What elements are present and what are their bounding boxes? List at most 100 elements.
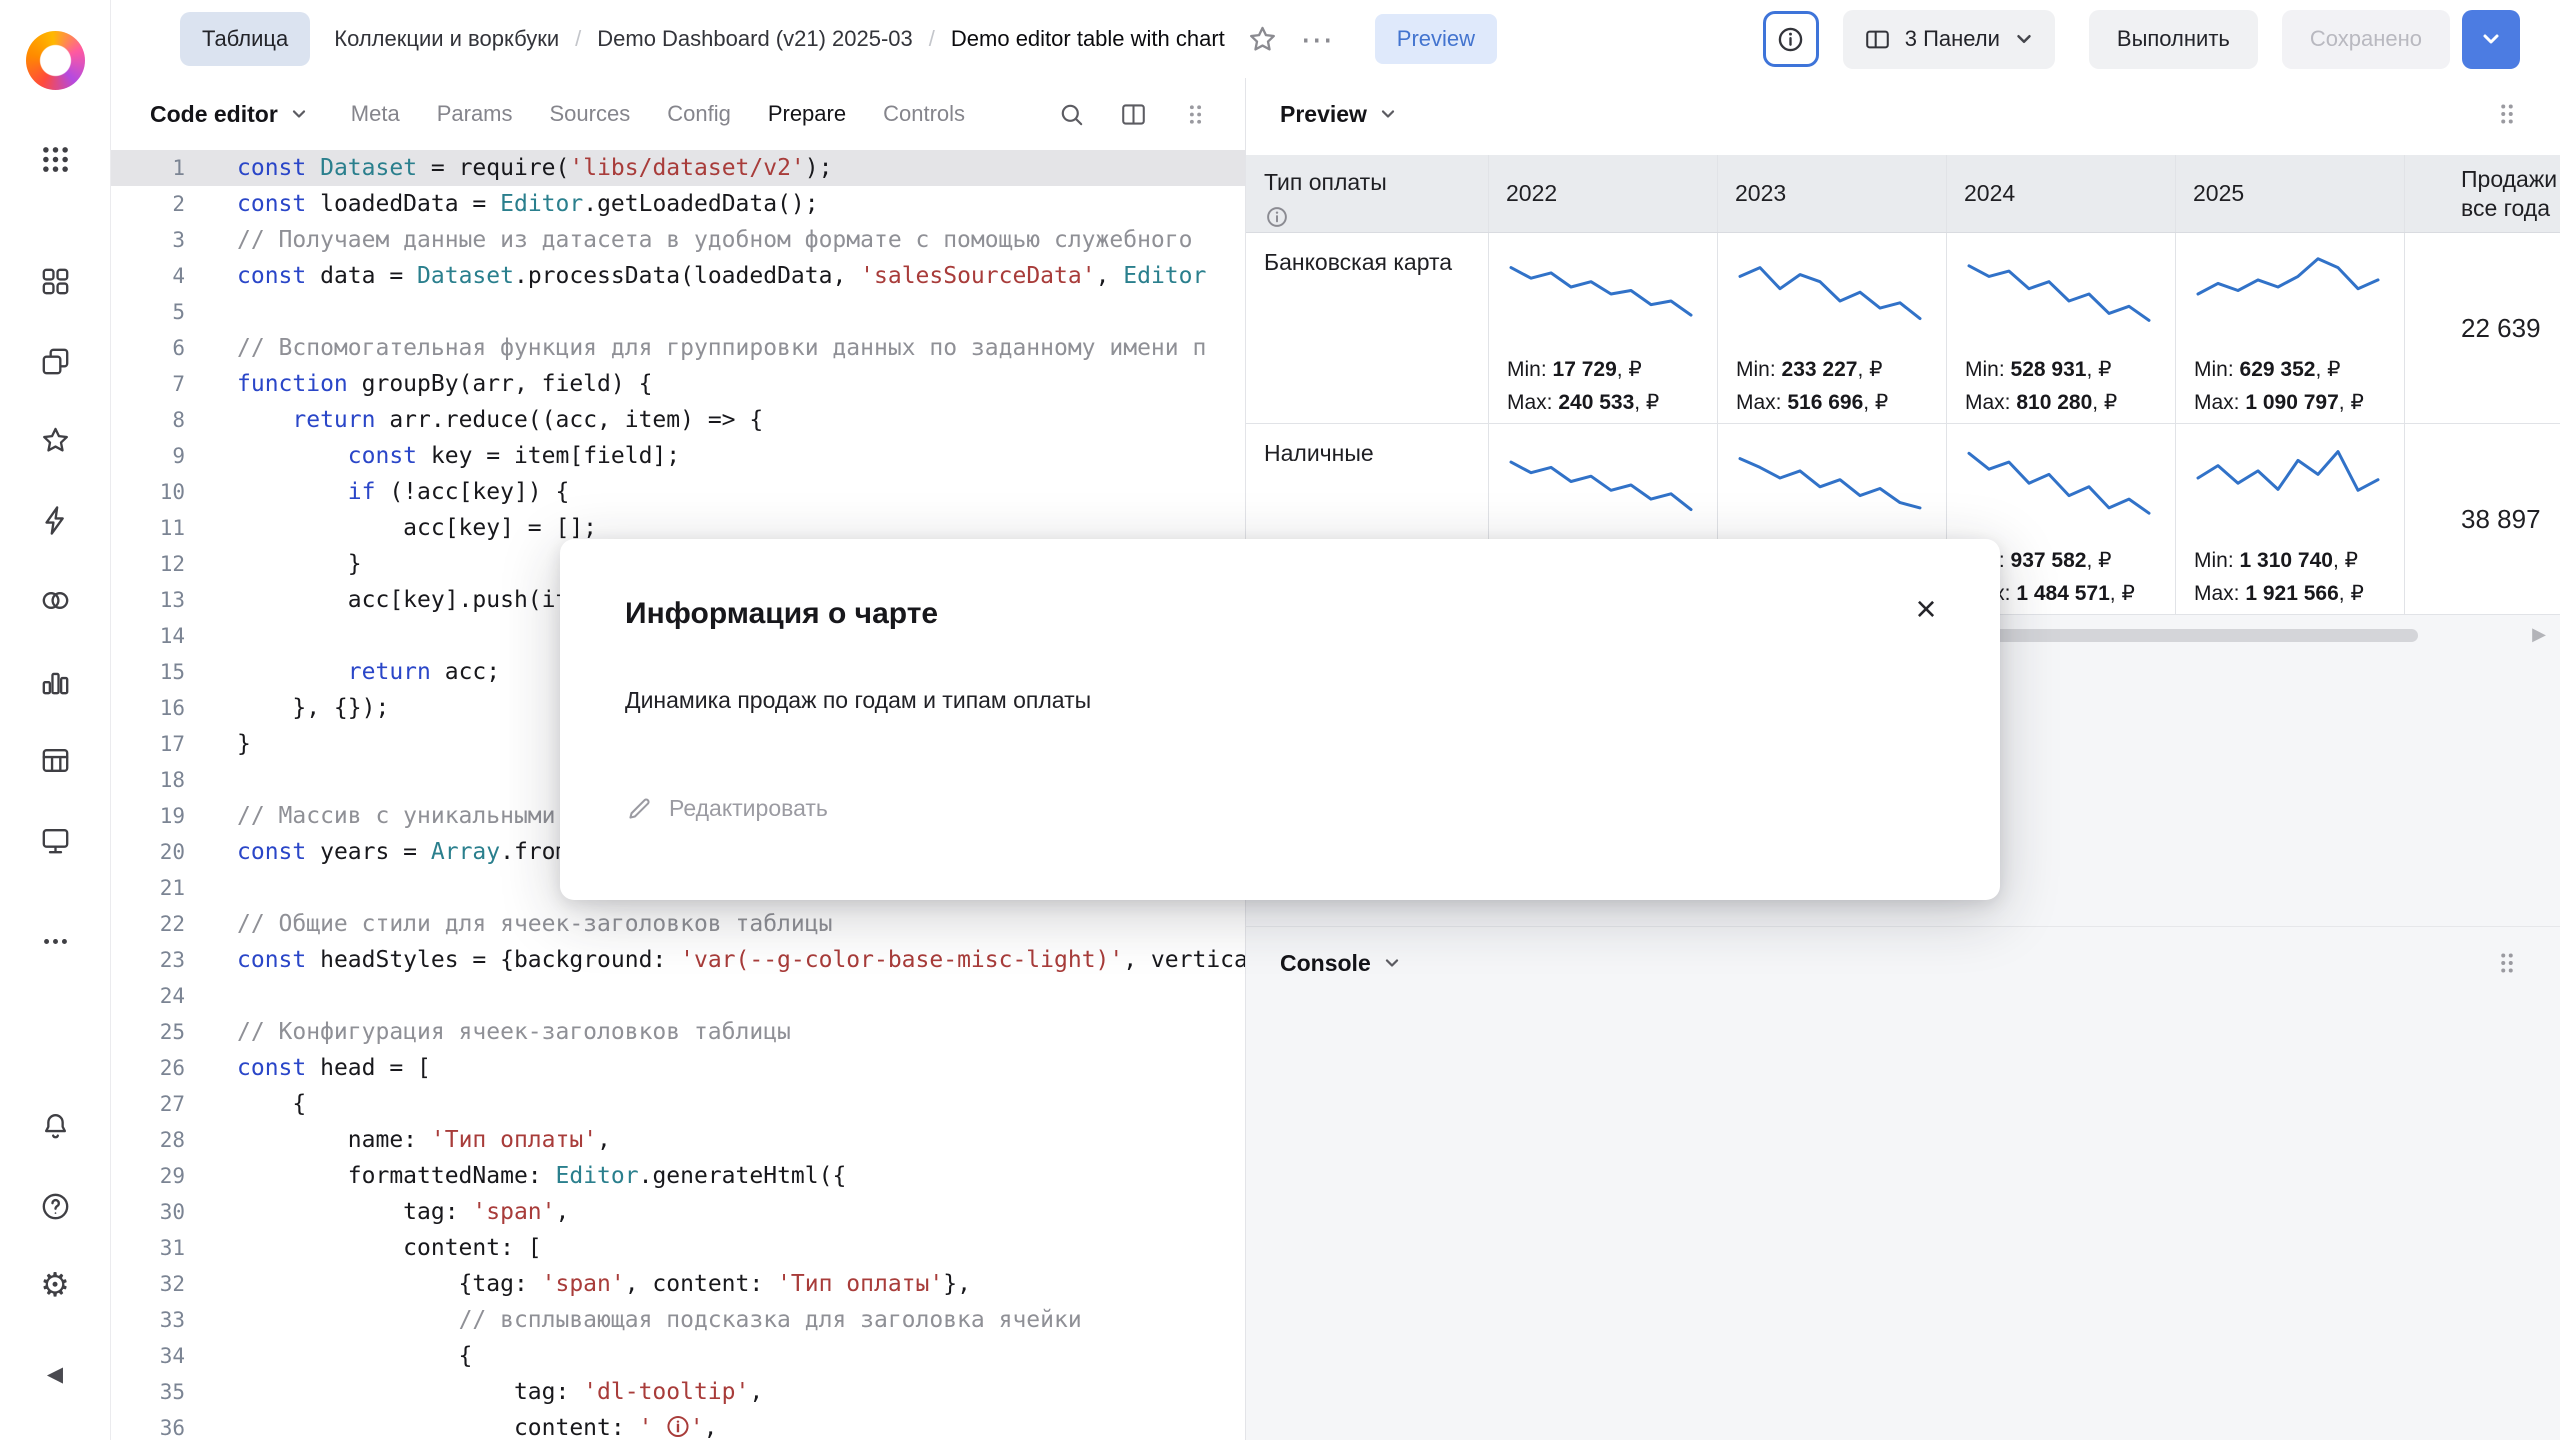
edit-button[interactable]: Редактировать <box>625 794 828 823</box>
code-line[interactable]: 35 tag: 'dl-tooltip', <box>111 1374 1245 1410</box>
code-line[interactable]: 33 // всплывающая подсказка для заголовк… <box>111 1302 1245 1338</box>
saved-button[interactable]: Сохранено <box>2282 10 2450 69</box>
run-button[interactable]: Выполнить <box>2089 10 2258 69</box>
sidebar-help-icon[interactable] <box>33 1184 77 1228</box>
line-number: 12 <box>111 546 185 582</box>
tab-config[interactable]: Config <box>667 101 731 127</box>
column-header-year: 2023 <box>1718 155 1947 232</box>
code-line[interactable]: 5 <box>111 294 1245 330</box>
code-line[interactable]: 30 tag: 'span', <box>111 1194 1245 1230</box>
console-header: Console <box>1246 927 2560 999</box>
min-max-values: Min: 528 931, ₽Max: 810 280, ₽ <box>1965 353 2175 419</box>
sidebar-bar-chart-icon[interactable] <box>33 659 77 703</box>
grip-dots-icon <box>2492 99 2522 129</box>
line-number: 36 <box>111 1410 185 1440</box>
code-line[interactable]: 10 if (!acc[key]) { <box>111 474 1245 510</box>
sidebar-squares-icon[interactable] <box>33 259 77 303</box>
editor-drag-handle[interactable] <box>1175 94 1215 134</box>
code-line[interactable]: 3// Получаем данные из датасета в удобно… <box>111 222 1245 258</box>
code-line[interactable]: 29 formattedName: Editor.generateHtml({ <box>111 1158 1245 1194</box>
code-line[interactable]: 1const Dataset = require('libs/dataset/v… <box>111 150 1245 186</box>
breadcrumb-item[interactable]: Коллекции и воркбуки <box>334 26 559 52</box>
preview-title-dropdown[interactable]: Preview <box>1280 101 1398 128</box>
sidebar-table-icon[interactable] <box>33 738 77 782</box>
line-number: 19 <box>111 798 185 834</box>
line-number: 1 <box>111 150 185 186</box>
sidebar-collections-icon[interactable] <box>33 339 77 383</box>
code-line[interactable]: 36 content: ' 🛈', <box>111 1410 1245 1440</box>
code-line[interactable]: 28 name: 'Тип оплаты', <box>111 1122 1245 1158</box>
breadcrumb-item[interactable]: Demo editor table with chart <box>951 26 1225 52</box>
line-number: 27 <box>111 1086 185 1122</box>
line-number: 10 <box>111 474 185 510</box>
sidebar-lightning-icon[interactable] <box>33 498 77 542</box>
grip-dots-icon <box>1181 100 1210 129</box>
more-actions-button[interactable]: ⋯ <box>1293 15 1341 63</box>
code-editor-title-dropdown[interactable]: Code editor <box>150 101 309 128</box>
favorite-star-button[interactable] <box>1239 15 1287 63</box>
code-line[interactable]: 27 { <box>111 1086 1245 1122</box>
code-line[interactable]: 26const head = [ <box>111 1050 1245 1086</box>
code-line[interactable]: 22// Общие стили для ячеек-заголовков та… <box>111 906 1245 942</box>
line-number: 35 <box>111 1374 185 1410</box>
sidebar-circles-icon[interactable] <box>33 578 77 622</box>
tab-meta[interactable]: Meta <box>351 101 400 127</box>
total-cell: 22 639 <box>2405 233 2560 423</box>
code-line[interactable]: 31 content: [ <box>111 1230 1245 1266</box>
chevron-down-icon <box>1382 953 1402 973</box>
console-title-dropdown[interactable]: Console <box>1280 950 1402 977</box>
total-cell: 38 897 <box>2405 424 2560 614</box>
breadcrumb-item[interactable]: Demo Dashboard (v21) 2025-03 <box>597 26 913 52</box>
sidebar-bell-icon[interactable] <box>33 1104 77 1148</box>
tab-sources[interactable]: Sources <box>550 101 631 127</box>
search-button[interactable] <box>1051 94 1091 134</box>
code-line[interactable]: 4const data = Dataset.processData(loaded… <box>111 258 1245 294</box>
column-header-year: 2025 <box>2176 155 2405 232</box>
line-number: 30 <box>111 1194 185 1230</box>
code-line[interactable]: 25// Конфигурация ячеек-заголовков табли… <box>111 1014 1245 1050</box>
column-header-payment-type: Тип оплаты <box>1246 155 1489 232</box>
tab-prepare[interactable]: Prepare <box>768 101 846 127</box>
chart-info-button[interactable] <box>1763 11 1819 67</box>
preview-mode-badge[interactable]: Preview <box>1375 14 1497 64</box>
panels-layout-icon <box>1863 25 1892 54</box>
save-dropdown-button[interactable] <box>2462 10 2520 69</box>
line-number: 21 <box>111 870 185 906</box>
line-number: 31 <box>111 1230 185 1266</box>
tab-controls[interactable]: Controls <box>883 101 965 127</box>
column-header-year: 2022 <box>1489 155 1718 232</box>
tab-params[interactable]: Params <box>437 101 513 127</box>
editor-tabs: Meta Params Sources Config Prepare Controls <box>351 101 965 127</box>
code-line[interactable]: 6// Вспомогательная функция для группиро… <box>111 330 1245 366</box>
code-line[interactable]: 32 {tag: 'span', content: 'Тип оплаты'}, <box>111 1266 1245 1302</box>
sidebar-collapse-button[interactable]: ◀ <box>33 1352 77 1396</box>
sidebar-monitor-icon[interactable] <box>33 818 77 862</box>
preview-drag-handle[interactable] <box>2492 99 2522 129</box>
code-line[interactable]: 7function groupBy(arr, field) { <box>111 366 1245 402</box>
entity-type-chip[interactable]: Таблица <box>180 12 310 66</box>
chevron-down-icon <box>289 104 309 124</box>
sidebar-star-icon[interactable] <box>33 418 77 462</box>
line-number: 25 <box>111 1014 185 1050</box>
preview-header: Preview <box>1246 78 2560 150</box>
sidebar-ellipsis-icon[interactable] <box>33 919 77 963</box>
panels-dropdown[interactable]: 3 Панели <box>1843 10 2055 69</box>
code-line[interactable]: 9 const key = item[field]; <box>111 438 1245 474</box>
sidebar-gear-icon[interactable]: ⚙ <box>33 1262 77 1306</box>
sidebar-apps-grid-icon[interactable] <box>33 137 77 181</box>
code-line[interactable]: 24 <box>111 978 1245 1014</box>
sparkline-chart <box>2193 436 2383 534</box>
info-icon[interactable] <box>1264 204 1290 230</box>
code-line[interactable]: 34 { <box>111 1338 1245 1374</box>
scroll-right-arrow-icon[interactable]: ▶ <box>2532 625 2546 643</box>
line-number: 24 <box>111 978 185 1014</box>
code-line[interactable]: 23const headStyles = {background: 'var(-… <box>111 942 1245 978</box>
sparkline-cell: Min: 17 729, ₽Max: 240 533, ₽ <box>1489 233 1718 423</box>
chevron-down-icon <box>1378 104 1398 124</box>
modal-close-button[interactable]: × <box>1902 585 1950 633</box>
code-line[interactable]: 2const loadedData = Editor.getLoadedData… <box>111 186 1245 222</box>
split-view-button[interactable] <box>1113 94 1153 134</box>
code-line[interactable]: 8 return arr.reduce((acc, item) => { <box>111 402 1245 438</box>
datalens-logo[interactable] <box>26 31 85 90</box>
console-drag-handle[interactable] <box>2492 948 2522 978</box>
